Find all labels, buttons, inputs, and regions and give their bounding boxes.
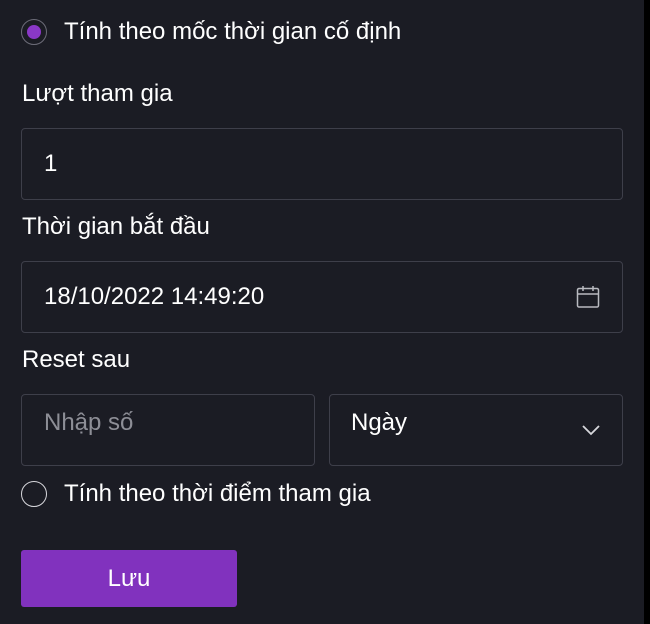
- join-time-radio[interactable]: [21, 481, 47, 507]
- settings-panel: Tính theo mốc thời gian cố định Lượt tha…: [0, 0, 644, 624]
- fixed-time-radio[interactable]: [21, 19, 47, 45]
- reset-label: Reset sau: [22, 346, 131, 373]
- window-edge: [644, 0, 650, 624]
- reset-unit-value: Ngày: [351, 409, 408, 436]
- start-time-value: 18/10/2022 14:49:20: [44, 283, 265, 310]
- reset-number-input[interactable]: [22, 395, 314, 465]
- reset-number-field[interactable]: [21, 394, 315, 466]
- participation-label: Lượt tham gia: [22, 80, 173, 107]
- start-time-label: Thời gian bắt đầu: [22, 213, 210, 240]
- join-time-option[interactable]: Tính theo thời điểm tham gia: [21, 480, 371, 508]
- radio-selected-dot: [27, 25, 41, 39]
- fixed-time-option[interactable]: Tính theo mốc thời gian cố định: [21, 18, 401, 46]
- chevron-down-icon: [582, 425, 600, 436]
- participation-field[interactable]: [21, 128, 623, 200]
- participation-input[interactable]: [22, 129, 622, 199]
- join-time-label: Tính theo thời điểm tham gia: [64, 480, 371, 507]
- start-time-field[interactable]: 18/10/2022 14:49:20: [21, 261, 623, 333]
- calendar-icon[interactable]: [576, 285, 600, 309]
- fixed-time-label: Tính theo mốc thời gian cố định: [64, 18, 402, 45]
- save-button[interactable]: Lưu: [21, 550, 237, 607]
- reset-unit-select[interactable]: Ngày: [329, 394, 623, 466]
